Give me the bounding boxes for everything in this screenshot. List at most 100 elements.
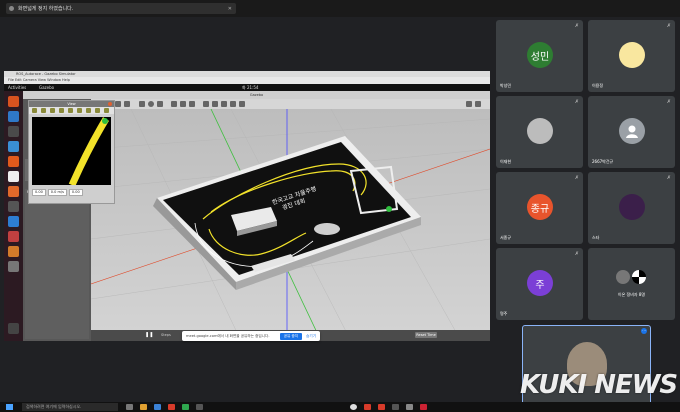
tool-icon[interactable] xyxy=(68,108,73,113)
app-icon[interactable] xyxy=(196,404,203,410)
notification-chip: 화면넓게 정지 하였습니다. ✕ xyxy=(6,3,236,14)
watermark: KUKI NEWS xyxy=(520,370,678,400)
ubuntu-top-bar: Activities Gazebo 화 21:54 xyxy=(4,84,490,91)
app-icon[interactable] xyxy=(364,404,371,410)
tool-icon[interactable] xyxy=(104,108,109,113)
task-view-icon[interactable] xyxy=(126,404,133,410)
chrome-icon[interactable] xyxy=(350,404,357,410)
participant-tile[interactable]: ✗ 2667박건규 xyxy=(588,96,675,168)
app-grid-icon xyxy=(8,323,19,334)
avatar xyxy=(616,270,630,284)
reset-time-button[interactable]: Reset Time xyxy=(415,332,437,338)
snap-icon[interactable] xyxy=(230,101,236,107)
box-shape-icon[interactable] xyxy=(139,101,145,107)
chrome-icon xyxy=(8,96,19,107)
hide-button[interactable]: 숨기기 xyxy=(306,334,316,339)
others-tile[interactable]: 이온 정비자 8명 xyxy=(588,248,675,320)
scale-tool-icon[interactable] xyxy=(124,101,130,107)
avatar xyxy=(619,118,645,144)
tool-icon[interactable] xyxy=(50,108,55,113)
copy-icon[interactable] xyxy=(203,101,209,107)
participant-name: 명주 xyxy=(500,311,508,316)
app-icon[interactable] xyxy=(378,404,385,410)
others-count: 이온 정비자 8명 xyxy=(617,292,646,297)
camera-feed xyxy=(32,117,111,185)
mic-off-icon: ✗ xyxy=(574,23,579,29)
avatar: 성민 xyxy=(527,42,553,68)
participant-tile[interactable]: 성민 ✗ 박성민 xyxy=(496,20,583,92)
tool-icon[interactable] xyxy=(41,108,46,113)
participant-name: 2667박건규 xyxy=(592,159,614,164)
avatar: 주 xyxy=(527,270,553,296)
windows-start-icon[interactable] xyxy=(6,404,13,410)
light-icon[interactable] xyxy=(171,101,177,107)
app-icon xyxy=(8,141,19,152)
screenshot-icon[interactable] xyxy=(466,101,472,107)
coord-value: 0.00 xyxy=(68,189,83,196)
participant-tile[interactable]: ✗ 이재현 xyxy=(496,96,583,168)
participant-tile[interactable]: ✗ 스타 xyxy=(588,172,675,244)
mic-off-icon: ✗ xyxy=(574,99,579,105)
app-icon xyxy=(8,231,19,242)
mic-off-icon: ✗ xyxy=(574,175,579,181)
app-icon[interactable] xyxy=(420,404,427,410)
app-icon[interactable] xyxy=(168,404,175,410)
cylinder-shape-icon[interactable] xyxy=(157,101,163,107)
image-view-toolbar xyxy=(29,107,114,114)
app-icon xyxy=(8,216,19,227)
clock: 화 21:54 xyxy=(242,85,259,90)
tool-icon[interactable] xyxy=(32,108,37,113)
participant-name: 박성민 xyxy=(500,83,512,88)
avatar xyxy=(619,42,645,68)
light-icon[interactable] xyxy=(180,101,186,107)
pause-button[interactable]: ❚❚ xyxy=(145,332,153,338)
coord-value: 0.0 m/s xyxy=(47,189,67,196)
windows-taskbar: 검색하려면 여기에 입력하십시오. xyxy=(0,402,680,412)
avatar xyxy=(619,194,645,220)
stop-sharing-button[interactable]: 공유 중지 xyxy=(279,332,303,340)
align-icon[interactable] xyxy=(221,101,227,107)
more-options-icon[interactable]: ⋯ xyxy=(641,328,647,334)
mic-off-icon: ✗ xyxy=(666,175,671,181)
track-scene: 한국고교 자율주행 경진 대회 xyxy=(91,109,490,341)
app-icon[interactable] xyxy=(154,404,161,410)
camera-icon[interactable] xyxy=(239,101,245,107)
notification-text: 화면넓게 정지 하였습니다. xyxy=(18,6,74,12)
avatar xyxy=(632,270,646,284)
app-icon[interactable] xyxy=(182,404,189,410)
light-icon[interactable] xyxy=(189,101,195,107)
participant-tile[interactable]: ✗ 이용정 xyxy=(588,20,675,92)
record-icon[interactable] xyxy=(475,101,481,107)
image-coords: 0.00 0.0 m/s 0.00 xyxy=(32,189,83,196)
app-icon xyxy=(8,111,19,122)
gazebo-viewport[interactable]: 한국고교 자율주행 경진 대회 xyxy=(91,109,490,341)
app-icon[interactable] xyxy=(392,404,399,410)
gazebo-menu: File Edit Camera View Window Help xyxy=(4,77,490,84)
sphere-shape-icon[interactable] xyxy=(148,101,154,107)
app-name: Gazebo xyxy=(39,85,55,90)
activities-label: Activities xyxy=(8,85,27,90)
close-icon[interactable]: ✕ xyxy=(228,6,232,12)
folder-icon[interactable] xyxy=(140,404,147,410)
participant-tile[interactable]: 주 ✗ 명주 xyxy=(496,248,583,320)
share-message: meet.google.com에서 내 화면을 공유하는 중입니다. xyxy=(186,333,270,338)
taskbar-search[interactable]: 검색하려면 여기에 입력하십시오. xyxy=(22,403,118,411)
mic-off-icon: ✗ xyxy=(574,251,579,257)
app-icon xyxy=(8,261,19,272)
paste-icon[interactable] xyxy=(212,101,218,107)
close-icon[interactable] xyxy=(108,102,112,106)
app-icon[interactable] xyxy=(406,404,413,410)
screen-share-bar: meet.google.com에서 내 화면을 공유하는 중입니다. 공유 중지… xyxy=(182,331,320,341)
avatar: 종규 xyxy=(527,194,553,220)
viewport-toolbar xyxy=(91,99,490,109)
participant-tile[interactable]: 종규 ✗ 서종규 xyxy=(496,172,583,244)
tool-icon[interactable] xyxy=(77,108,82,113)
info-icon xyxy=(9,6,14,11)
image-view-window[interactable]: View 0.00 0.0 m/s 0.00 xyxy=(28,100,115,204)
terminal-icon xyxy=(8,201,19,212)
files-icon xyxy=(8,126,19,137)
rotate-tool-icon[interactable] xyxy=(115,101,121,107)
tool-icon[interactable] xyxy=(86,108,91,113)
tool-icon[interactable] xyxy=(59,108,64,113)
tool-icon[interactable] xyxy=(95,108,100,113)
